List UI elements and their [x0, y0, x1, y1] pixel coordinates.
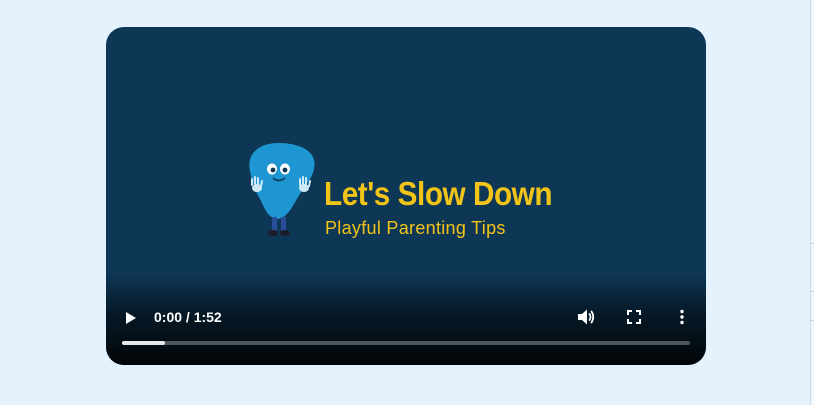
- fullscreen-button[interactable]: [622, 305, 646, 329]
- progress-buffered: [122, 341, 165, 345]
- volume-icon: [578, 309, 595, 325]
- progress-bar[interactable]: [122, 341, 690, 345]
- right-edge-panel: [810, 0, 814, 405]
- play-button[interactable]: [118, 306, 142, 330]
- volume-button[interactable]: [574, 305, 598, 329]
- fullscreen-icon: [627, 310, 641, 324]
- more-options-button[interactable]: [670, 305, 694, 329]
- logo-subtitle: Playful Parenting Tips: [325, 218, 506, 238]
- video-player[interactable]: Let's Slow Down Playful Parenting Tips 0…: [106, 27, 706, 365]
- mascot-logo: [249, 143, 315, 236]
- more-vert-icon: [680, 309, 684, 325]
- logo-title: Let's Slow Down: [324, 175, 553, 212]
- time-display: 0:00 / 1:52: [154, 309, 222, 325]
- play-icon: [126, 312, 136, 324]
